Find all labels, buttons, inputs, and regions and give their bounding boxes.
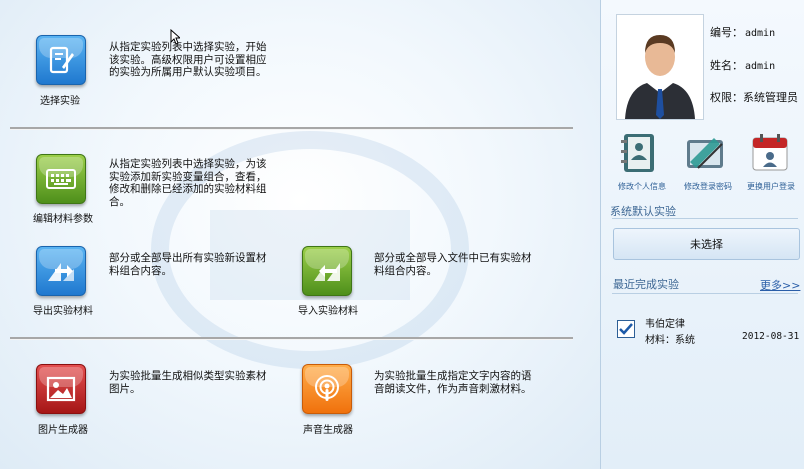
recent-item-material: 材料：系统 (645, 335, 695, 346)
recent-item-date: 2012-08-31 (742, 331, 800, 342)
sound-generator-label: 声音生成器 (303, 425, 353, 436)
picture-icon (46, 376, 76, 402)
calendar-user-icon (752, 134, 788, 171)
default-experiment-button[interactable]: 未选择 (613, 228, 800, 260)
section-divider (612, 293, 798, 294)
podcast-icon (315, 375, 339, 401)
section-divider (612, 218, 798, 219)
import-materials-button[interactable] (302, 246, 352, 296)
user-role-label: 权限： (710, 91, 743, 104)
avatar (616, 14, 704, 120)
import-arrow-icon (314, 263, 340, 281)
user-name-row: 姓名： admin (710, 57, 775, 73)
default-experiment-title: 系统默认实验 (610, 205, 676, 218)
book-pen-icon (49, 46, 74, 74)
user-role-row: 权限：系统管理员 (710, 89, 798, 105)
export-materials-label: 导出实验材料 (33, 306, 93, 317)
sound-generator-desc: 为实验批量生成指定文字内容的语音朗读文件，作为声音刺激材料。 (374, 370, 532, 395)
change-password-label[interactable]: 修改登录密码 (684, 181, 732, 192)
user-id-label: 编号： (710, 26, 743, 39)
sound-generator-button[interactable] (302, 364, 352, 414)
export-materials-desc: 部分或全部导出所有实验新设置材料组合内容。 (109, 252, 267, 277)
section-divider (10, 337, 573, 340)
export-arrow-icon (48, 263, 74, 281)
recent-experiments-title: 最近完成实验 (613, 278, 679, 291)
user-id-row: 编号： admin (710, 24, 775, 40)
checkmark-icon (619, 323, 633, 335)
edit-profile-label[interactable]: 修改个人信息 (618, 181, 666, 192)
picture-generator-button[interactable] (36, 364, 86, 414)
picture-generator-label: 图片生成器 (38, 425, 88, 436)
select-experiment-desc: 从指定实验列表中选择实验，开始该实验。高级权限用户可设置相应的实验为所属用户默认… (109, 41, 267, 78)
import-materials-desc: 部分或全部导入文件中已有实验材料组合内容。 (374, 252, 532, 277)
export-materials-button[interactable] (36, 246, 86, 296)
main-panel: 选择实验 从指定实验列表中选择实验，开始该实验。高级权限用户可设置相应的实验为所… (0, 0, 600, 469)
switch-user-label[interactable]: 更换用户登录 (747, 181, 795, 192)
recent-item-checkbox[interactable] (617, 320, 635, 338)
edit-material-params-button[interactable] (36, 154, 86, 204)
password-tools-icon (687, 138, 723, 169)
select-experiment-label: 选择实验 (40, 96, 80, 107)
address-book-icon (621, 134, 654, 172)
user-role-value: 系统管理员 (743, 91, 798, 104)
switch-user-button[interactable] (749, 132, 791, 174)
user-name-label: 姓名： (710, 59, 743, 72)
edit-material-params-label: 编辑材料参数 (33, 214, 93, 225)
user-name-value: admin (745, 61, 776, 72)
recent-item-name[interactable]: 韦伯定律 (645, 315, 685, 330)
change-password-button[interactable] (684, 132, 726, 174)
mouse-cursor-icon (170, 29, 180, 45)
import-materials-label: 导入实验材料 (298, 306, 358, 317)
edit-material-params-desc: 从指定实验列表中选择实验，为该实验添加新实验变量组合，查看，修改和删除已经添加的… (109, 158, 267, 208)
select-experiment-button[interactable] (36, 35, 86, 85)
section-divider (10, 127, 573, 130)
keyboard-icon (46, 169, 76, 189)
user-avatar-icon (625, 35, 695, 119)
user-id-value: admin (745, 28, 776, 39)
edit-profile-button[interactable] (618, 132, 660, 174)
more-link[interactable]: 更多>> (760, 277, 800, 293)
picture-generator-desc: 为实验批量生成相似类型实验素材图片。 (109, 370, 267, 395)
